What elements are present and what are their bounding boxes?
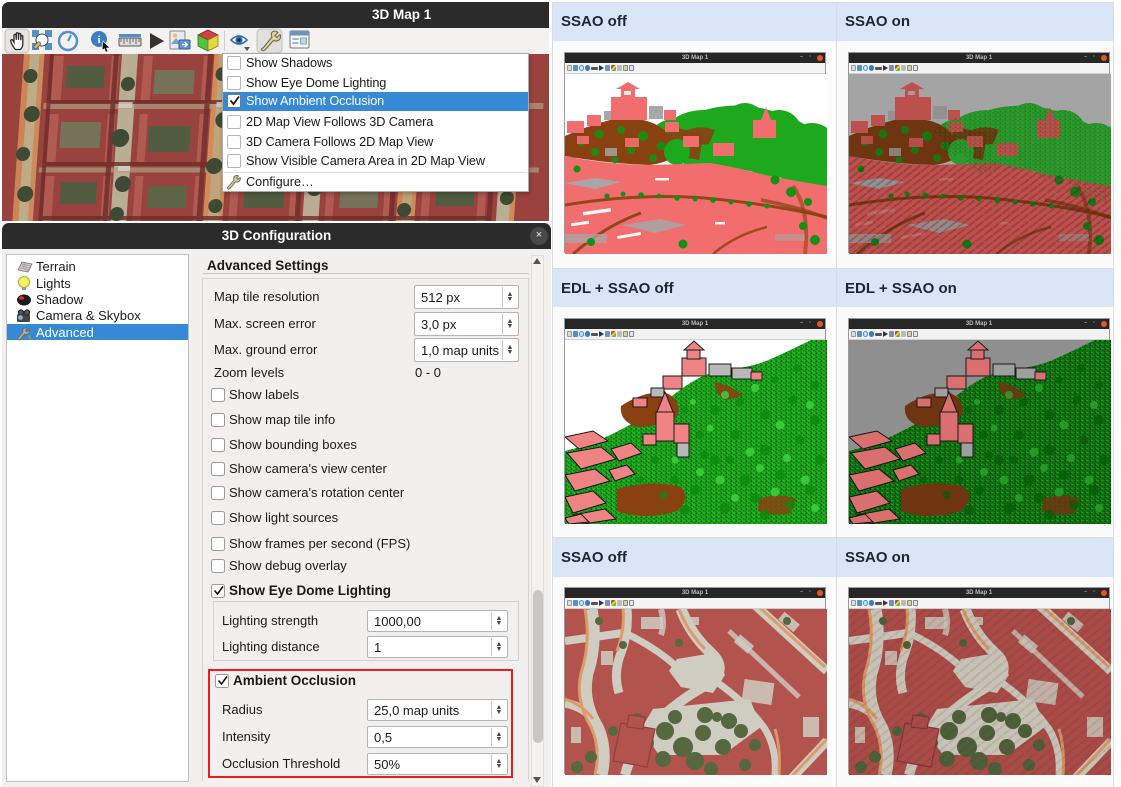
svg-text:i: i [97,34,100,46]
